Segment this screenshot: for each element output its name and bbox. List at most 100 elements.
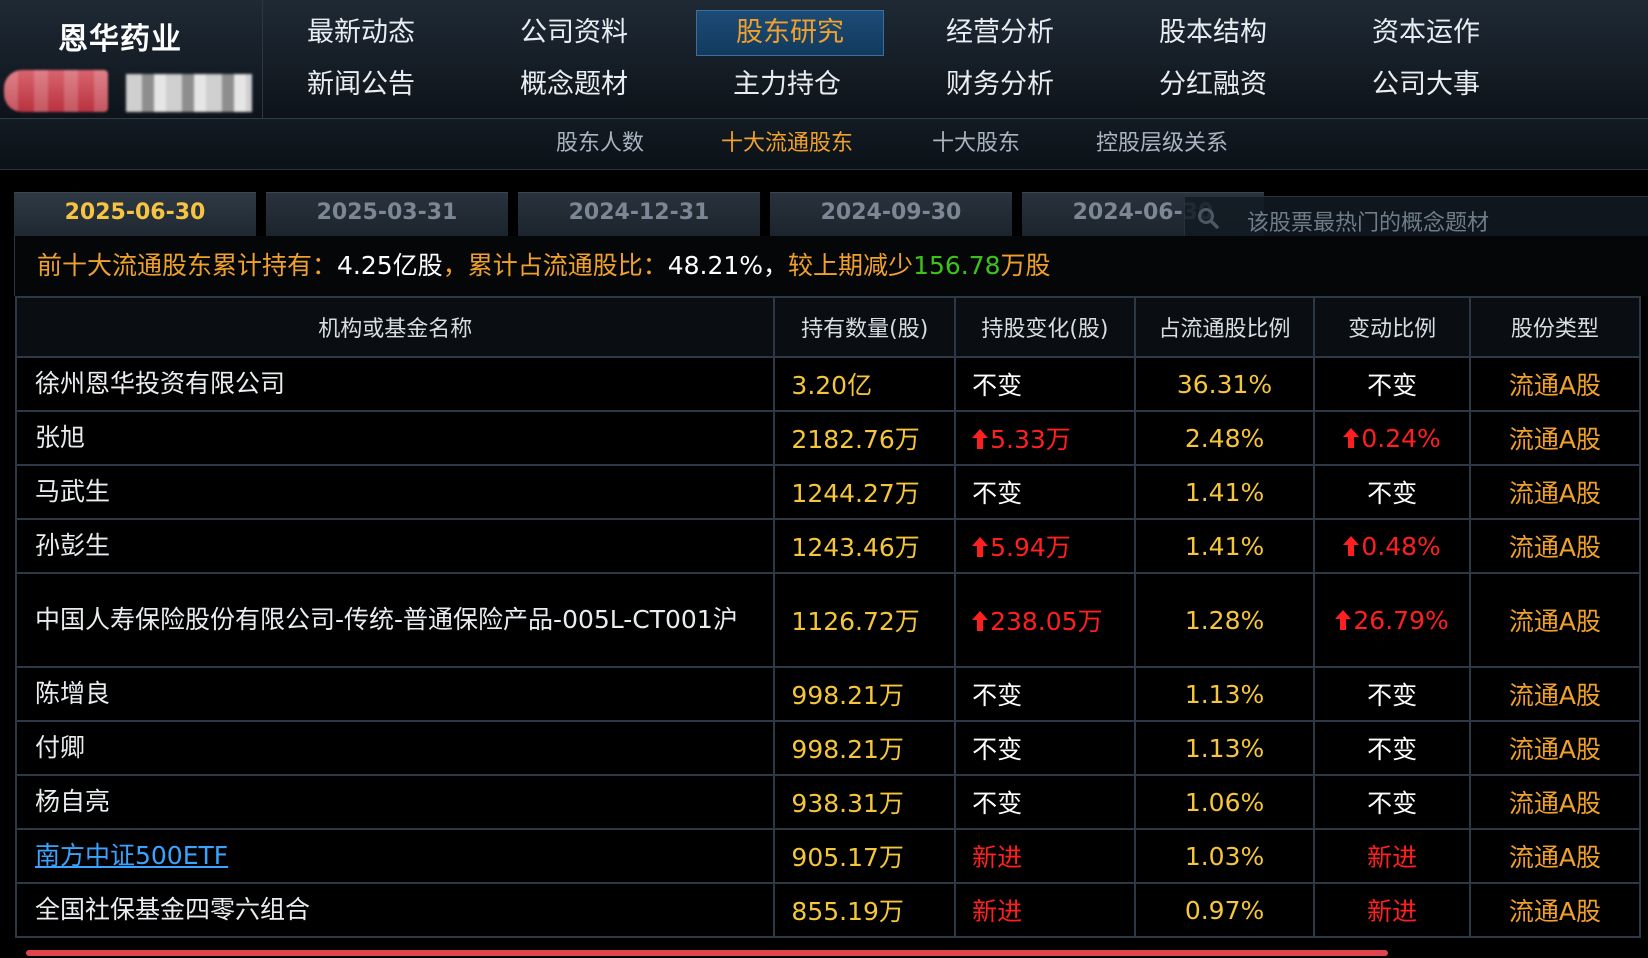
holder-name-text: 全国社保基金四零六组合: [35, 895, 311, 924]
tab-date-2024-12-31[interactable]: 2024-12-31: [518, 192, 760, 237]
holder-name-text: 杨自亮: [35, 787, 111, 816]
subnav-item-shareholder-count[interactable]: 股东人数: [556, 119, 644, 169]
main-nav: 最新动态 公司资料 股东研究 经营分析 股本结构 资本运作 新闻公告 概念题材 …: [268, 10, 1648, 116]
cell-change-ratio: 26.79%: [1313, 572, 1471, 668]
shares-change-value: 5.94万: [990, 533, 1071, 562]
shares-change-value: 238.05万: [990, 607, 1103, 636]
cell-holder-name: 杨自亮: [14, 774, 776, 830]
stock-code-redacted: [4, 70, 108, 112]
summary-label-ratio: ，累计占流通股比：: [442, 251, 668, 280]
table-row[interactable]: 张旭 2182.76万 5.33万 2.48% 0.24% 流通A股: [14, 410, 1642, 466]
nav-item-company-events[interactable]: 公司大事: [1333, 62, 1519, 108]
cell-holder-name: 马武生: [14, 464, 776, 520]
subnav-item-top10-float-holders[interactable]: 十大流通股东: [721, 119, 853, 169]
nav-item-capital-operation[interactable]: 资本运作: [1333, 10, 1519, 56]
nav-item-concept-themes[interactable]: 概念题材: [481, 62, 667, 108]
cell-float-ratio: 1.41%: [1133, 464, 1316, 520]
change-ratio-value: 不变: [1367, 789, 1418, 818]
cell-share-type: 流通A股: [1468, 572, 1642, 668]
nav-item-operation-analysis[interactable]: 经营分析: [907, 10, 1093, 56]
cell-shares-held: 998.21万: [773, 666, 957, 722]
cell-holder-name: 南方中证500ETF: [14, 828, 776, 884]
header-change-ratio: 变动比例: [1313, 296, 1471, 358]
tab-date-2024-09-30[interactable]: 2024-09-30: [770, 192, 1012, 237]
table-row[interactable]: 全国社保基金四零六组合 855.19万 新进 0.97% 新进 流通A股: [14, 882, 1642, 938]
holder-name-link[interactable]: 南方中证500ETF: [35, 841, 228, 870]
shares-change-value: 新进: [972, 897, 1023, 926]
cell-change-ratio: 不变: [1313, 356, 1471, 412]
subnav-item-holding-hierarchy[interactable]: 控股层级关系: [1096, 119, 1228, 169]
cell-share-type: 流通A股: [1468, 356, 1642, 412]
change-ratio-value: 26.79%: [1353, 605, 1449, 635]
cell-shares-change: 不变: [954, 720, 1136, 776]
up-arrow-icon: [972, 429, 989, 449]
nav-item-latest-news[interactable]: 最新动态: [268, 10, 454, 56]
nav-item-capital-structure[interactable]: 股本结构: [1120, 10, 1306, 56]
table-row[interactable]: 马武生 1244.27万 不变 1.41% 不变 流通A股: [14, 464, 1642, 520]
cell-holder-name: 孙彭生: [14, 518, 776, 574]
table-row[interactable]: 中国人寿保险股份有限公司-传统-普通保险产品-005L-CT001沪 1126.7…: [14, 572, 1642, 668]
summary-label-change: 较上期减少: [788, 251, 914, 280]
table-row[interactable]: 孙彭生 1243.46万 5.94万 1.41% 0.48% 流通A股: [14, 518, 1642, 574]
top-navigation-bar: 恩华药业 最新动态 公司资料 股东研究 经营分析 股本结构 资本运作 新闻公告 …: [0, 0, 1648, 119]
search-icon[interactable]: [1197, 207, 1219, 229]
cell-shares-held: 1243.46万: [773, 518, 957, 574]
shares-change-value: 不变: [972, 371, 1023, 400]
holder-name-text: 孙彭生: [35, 531, 111, 560]
cell-share-type: 流通A股: [1468, 882, 1642, 938]
nav-item-financial-analysis[interactable]: 财务分析: [907, 62, 1093, 108]
change-ratio-value: 0.48%: [1361, 531, 1441, 561]
change-ratio-value: 不变: [1367, 371, 1418, 400]
cell-float-ratio: 1.28%: [1133, 572, 1316, 668]
table-row[interactable]: 杨自亮 938.31万 不变 1.06% 不变 流通A股: [14, 774, 1642, 830]
shares-change-value: 不变: [972, 735, 1023, 764]
nav-item-news-announcements[interactable]: 新闻公告: [268, 62, 454, 108]
cell-shares-held: 1244.27万: [773, 464, 957, 520]
top10-float-holders-table: 机构或基金名称 持有数量(股) 持股变化(股) 占流通股比例 变动比例 股份类型…: [14, 296, 1642, 938]
header-holder-name: 机构或基金名称: [14, 296, 776, 358]
header-share-type: 股份类型: [1468, 296, 1642, 358]
table-row[interactable]: 南方中证500ETF 905.17万 新进 1.03% 新进 流通A股: [14, 828, 1642, 884]
shares-change-value: 新进: [972, 843, 1023, 872]
summary-separator: ，: [763, 251, 789, 280]
cell-float-ratio: 1.13%: [1133, 720, 1316, 776]
cell-holder-name: 付卿: [14, 720, 776, 776]
cell-shares-change: 新进: [954, 828, 1136, 884]
highlight-underline: [26, 950, 1388, 956]
holder-name-text: 徐州恩华投资有限公司: [35, 369, 286, 398]
cell-share-type: 流通A股: [1468, 666, 1642, 722]
cell-change-ratio: 不变: [1313, 720, 1471, 776]
nav-item-shareholder-research[interactable]: 股东研究: [696, 10, 884, 56]
subnav-item-top10-holders[interactable]: 十大股东: [932, 119, 1020, 169]
cell-holder-name: 陈增良: [14, 666, 776, 722]
cell-float-ratio: 1.06%: [1133, 774, 1316, 830]
table-row[interactable]: 徐州恩华投资有限公司 3.20亿 不变 36.31% 不变 流通A股: [14, 356, 1642, 412]
table-body: 徐州恩华投资有限公司 3.20亿 不变 36.31% 不变 流通A股 张旭 2182.76万 5…: [14, 356, 1642, 938]
cell-holder-name: 中国人寿保险股份有限公司-传统-普通保险产品-005L-CT001沪: [14, 572, 776, 668]
summary-label-total: 前十大流通股东累计持有：: [37, 251, 338, 280]
cell-change-ratio: 0.24%: [1313, 410, 1471, 466]
shares-change-value: 不变: [972, 681, 1023, 710]
nav-item-dividend-financing[interactable]: 分红融资: [1120, 62, 1306, 108]
cell-shares-held: 1126.72万: [773, 572, 957, 668]
up-arrow-icon: [1343, 427, 1360, 448]
shares-change-value: 不变: [972, 789, 1023, 818]
cell-share-type: 流通A股: [1468, 464, 1642, 520]
cell-shares-held: 938.31万: [773, 774, 957, 830]
table-row[interactable]: 陈增良 998.21万 不变 1.13% 不变 流通A股: [14, 666, 1642, 722]
cell-float-ratio: 1.13%: [1133, 666, 1316, 722]
cell-share-type: 流通A股: [1468, 774, 1642, 830]
up-arrow-icon: [972, 537, 989, 557]
cell-change-ratio: 不变: [1313, 774, 1471, 830]
header-shares-held: 持有数量(股): [773, 296, 957, 358]
header-shares-change: 持股变化(股): [954, 296, 1136, 358]
table-row[interactable]: 付卿 998.21万 不变 1.13% 不变 流通A股: [14, 720, 1642, 776]
cell-change-ratio: 不变: [1313, 464, 1471, 520]
cell-shares-held: 3.20亿: [773, 356, 957, 412]
cell-share-type: 流通A股: [1468, 828, 1642, 884]
tab-date-2025-06-30[interactable]: 2025-06-30: [14, 192, 256, 237]
nav-item-main-holdings[interactable]: 主力持仓: [694, 62, 880, 108]
cell-change-ratio: 不变: [1313, 666, 1471, 722]
tab-date-2025-03-31[interactable]: 2025-03-31: [266, 192, 508, 237]
nav-item-company-profile[interactable]: 公司资料: [481, 10, 667, 56]
